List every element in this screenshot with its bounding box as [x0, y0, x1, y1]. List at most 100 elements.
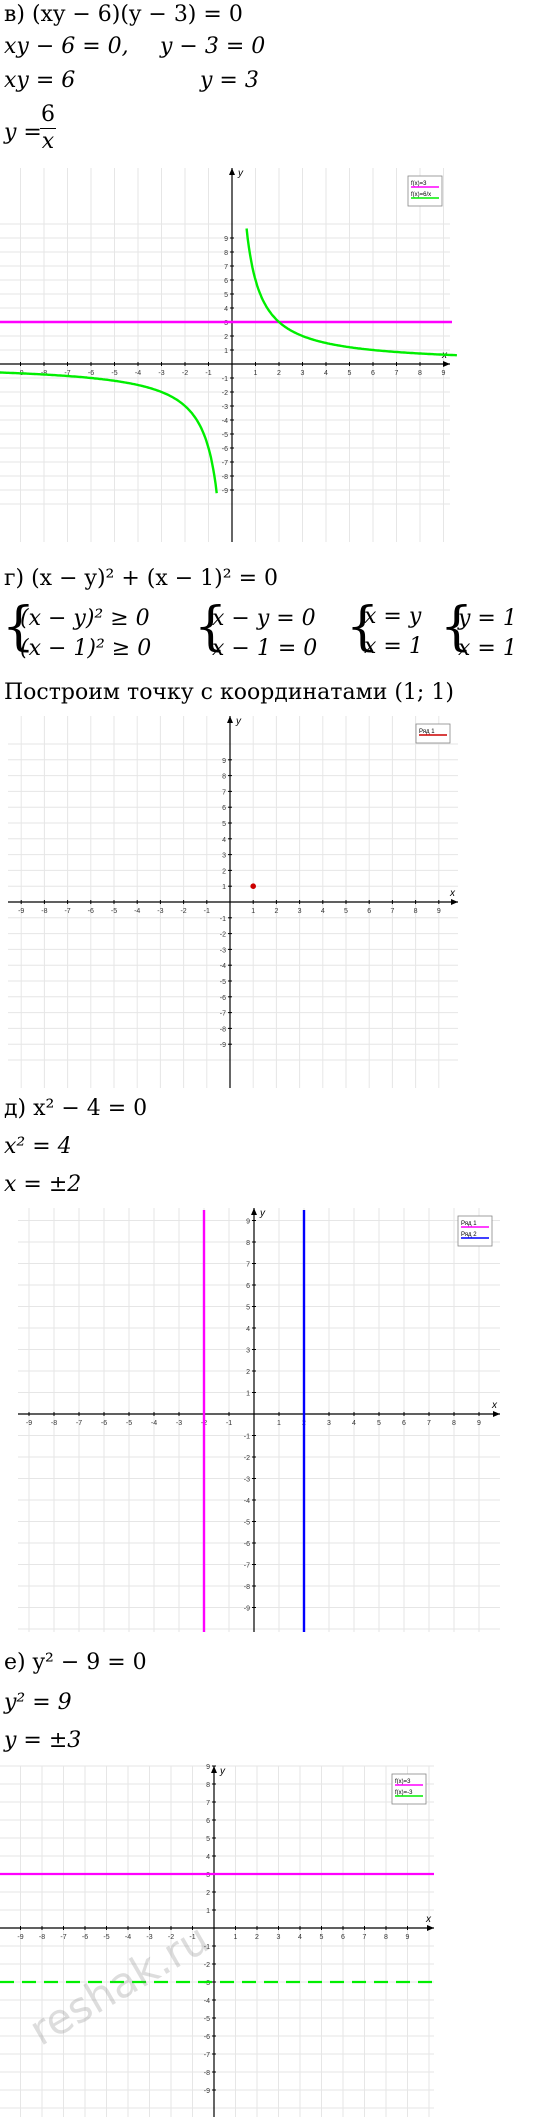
y-tick-label: 1: [222, 884, 226, 891]
x-tick-label: -7: [64, 908, 70, 915]
x-tick-label: 1: [234, 1934, 238, 1941]
y-tick-label: -6: [220, 995, 226, 1002]
y-tick-label: -7: [244, 1563, 250, 1570]
y-tick-label: -2: [220, 932, 226, 939]
x-tick-label: 8: [418, 370, 422, 377]
y-tick-label: -3: [244, 1477, 250, 1484]
x-tick-label: 7: [363, 1934, 367, 1941]
y-tick-label: -2: [222, 390, 228, 397]
x-tick-label: -3: [158, 370, 164, 377]
x-tick-label: 4: [321, 908, 325, 915]
eq-xy-minus-6: xy − 6 = 0,: [4, 34, 129, 59]
sys2-row2: x − 1 = 0: [212, 636, 318, 661]
x-tick-label: 3: [277, 1934, 281, 1941]
legend-label: Ряд 1: [419, 729, 435, 735]
x-tick-label: -4: [151, 1420, 157, 1427]
y-tick-label: -9: [220, 1042, 226, 1049]
x-tick-label: -2: [180, 908, 186, 915]
x-tick-label: 5: [344, 908, 348, 915]
sys4-row1: y = 1: [458, 606, 517, 631]
x-tick-label: -4: [135, 370, 141, 377]
y-tick-label: -8: [222, 474, 228, 481]
y-tick-label: 7: [246, 1262, 250, 1269]
y-tick-label: 6: [222, 805, 226, 812]
y-tick-label: 7: [224, 264, 228, 271]
y-tick-label: 6: [224, 278, 228, 285]
sys4-row2: x = 1: [458, 636, 517, 661]
x-tick-label: -6: [88, 908, 94, 915]
graph-v: xy-9-9-8-8-7-7-6-6-5-5-4-4-3-3-2-2-1-111…: [0, 168, 457, 542]
x-tick-label: -8: [41, 908, 47, 915]
x-tick-label: -5: [126, 1420, 132, 1427]
x-axis-label: x: [491, 1400, 498, 1411]
y-tick-label: -1: [244, 1434, 250, 1441]
x-tick-label: -1: [226, 1420, 232, 1427]
graph-e: xy-9-9-8-8-7-7-6-6-5-5-4-4-3-3-2-2-1-111…: [0, 1764, 434, 2117]
eq-xy-6: xy = 6: [4, 68, 76, 93]
y-tick-label: 9: [224, 236, 228, 243]
x-tick-label: 7: [395, 370, 399, 377]
x-tick-label: 3: [327, 1420, 331, 1427]
x-tick-label: 8: [452, 1420, 456, 1427]
construct-point-text: Построим точку с координатами (1; 1): [4, 680, 454, 705]
x-tick-label: 2: [255, 1934, 259, 1941]
x-tick-label: 6: [371, 370, 375, 377]
fraction-denominator: x: [41, 129, 55, 154]
x-tick-label: -2: [182, 370, 188, 377]
x-tick-label: 9: [477, 1420, 481, 1427]
x-tick-label: -8: [39, 1934, 45, 1941]
x-tick-label: -3: [176, 1420, 182, 1427]
legend-label: f(x)=3: [395, 1779, 411, 1785]
problem-g-title: г) (x − y)² + (x − 1)² = 0: [4, 566, 278, 591]
y-tick-label: -8: [204, 2070, 210, 2077]
y-tick-label: 1: [206, 1908, 210, 1915]
x-tick-label: 6: [402, 1420, 406, 1427]
y-tick-label: 8: [222, 774, 226, 781]
y-tick-label: -7: [222, 460, 228, 467]
x-tick-label: -7: [60, 1934, 66, 1941]
y-tick-label: 2: [246, 1369, 250, 1376]
x-tick-label: 9: [442, 370, 446, 377]
y-tick-label: 5: [224, 292, 228, 299]
x-tick-label: 6: [367, 908, 371, 915]
y-tick-label: 8: [206, 1782, 210, 1789]
legend-label: f(x)=3: [411, 181, 427, 187]
x-tick-label: -4: [134, 908, 140, 915]
y-tick-label: -6: [204, 2034, 210, 2041]
y-tick-label: -4: [244, 1498, 250, 1505]
y-tick-label: 2: [222, 868, 226, 875]
eq-y-equals: y =: [4, 120, 42, 145]
graph-d: xy-9-9-8-8-7-7-6-6-5-5-4-4-3-3-2-2-1-111…: [18, 1208, 500, 1632]
problem-e-title: е) y² − 9 = 0: [4, 1650, 147, 1675]
x-axis-arrow: [427, 1925, 434, 1931]
y-tick-label: 3: [222, 853, 226, 860]
y-tick-label: -5: [244, 1520, 250, 1527]
y-tick-label: -9: [244, 1606, 250, 1613]
y-tick-label: 9: [246, 1219, 250, 1226]
y-tick-label: 8: [224, 250, 228, 257]
x-tick-label: -6: [82, 1934, 88, 1941]
x-tick-label: 6: [341, 1934, 345, 1941]
y-tick-label: -5: [204, 2016, 210, 2023]
y-axis-arrow: [251, 1208, 257, 1215]
y-tick-label: 7: [206, 1800, 210, 1807]
sys1-row1: (x − y)² ≥ 0: [20, 606, 150, 631]
point-1-1: [250, 883, 256, 889]
x-tick-label: 4: [298, 1934, 302, 1941]
x-tick-label: 2: [277, 370, 281, 377]
x-tick-label: 8: [384, 1934, 388, 1941]
problem-v-title: в) (xy − 6)(y − 3) = 0: [4, 2, 243, 27]
x-tick-label: 3: [301, 370, 305, 377]
eq-x2-4: x² = 4: [4, 1134, 72, 1159]
y-axis-label: y: [219, 1766, 226, 1777]
y-tick-label: -2: [244, 1455, 250, 1462]
eq-y-minus-3: y − 3 = 0: [160, 34, 266, 59]
y-tick-label: 4: [224, 306, 228, 313]
fraction-numerator: 6: [41, 102, 55, 127]
y-tick-label: 3: [246, 1348, 250, 1355]
x-tick-label: -9: [26, 1420, 32, 1427]
y-axis-label: y: [259, 1208, 266, 1219]
x-tick-label: 5: [348, 370, 352, 377]
y-tick-label: -8: [244, 1584, 250, 1591]
x-tick-label: -9: [17, 1934, 23, 1941]
